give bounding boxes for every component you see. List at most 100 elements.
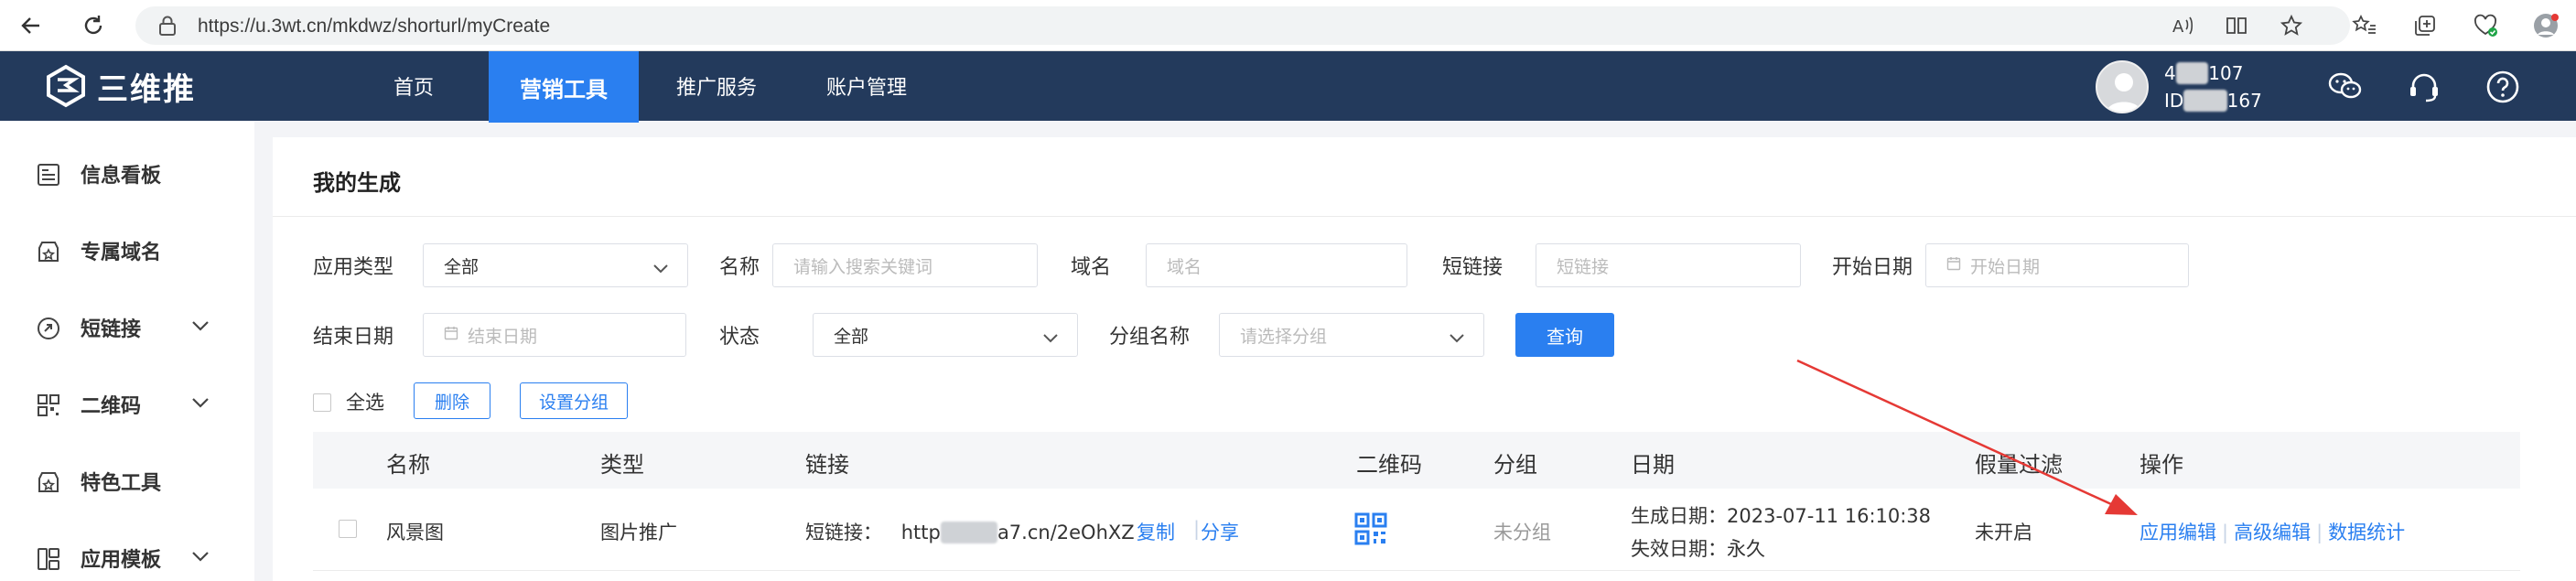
set-group-button[interactable]: 设置分组 [520,382,628,419]
content-card: 我的生成 应用类型 全部 名称 请输入搜索关键词 域名 域名 短链接 短链接 开… [273,137,2576,581]
help-icon[interactable] [2484,68,2522,106]
browser-toolbar: https://u.3wt.cn/mkdwz/shorturl/myCreate… [0,0,2576,51]
app-type-value: 全部 [444,256,480,277]
sidebar-item-dashboard[interactable]: 信息看板 [0,135,254,212]
sidebar-item-app-templates[interactable]: 应用模板 [0,520,254,581]
delete-button[interactable]: 删除 [414,382,490,419]
logo-icon [47,64,85,108]
wechat-icon[interactable] [2326,68,2365,106]
select-all-label[interactable]: 全选 [346,388,384,415]
row-type: 图片推广 [600,522,677,543]
reload-icon[interactable] [77,9,110,42]
sidebar-item-label: 短链接 [81,318,142,341]
sidebar-item-label: 信息看板 [81,165,162,188]
select-all-checkbox[interactable] [313,393,331,412]
calendar-icon [444,325,458,345]
customer-service-icon[interactable] [2405,68,2443,106]
row-checkbox[interactable] [339,520,357,538]
shortlink-placeholder: 短链接 [1557,256,1610,277]
special-tools-icon [35,468,62,496]
start-date-label: 开始日期 [1832,256,1913,279]
domain-label: 域名 [1071,256,1112,279]
short-link-redacted: xxxxx [940,522,997,543]
link-separator: | [1193,518,1201,540]
end-date-placeholder: 结束日期 [468,326,538,347]
favorite-star-icon[interactable] [2275,9,2308,42]
chevron-down-icon [1449,328,1465,349]
chevron-down-icon [1042,328,1059,349]
lock-icon[interactable] [157,15,178,40]
collections-icon[interactable] [2409,9,2441,42]
chevron-down-icon[interactable] [190,395,210,413]
group-select[interactable]: 请选择分组 [1219,313,1484,357]
status-value: 全部 [834,326,869,347]
short-link-prefix: 短链接： [805,522,882,543]
url-text[interactable]: https://u.3wt.cn/mkdwz/shorturl/myCreate [198,16,550,38]
dashboard-icon [35,161,62,188]
col-qrcode: 二维码 [1356,452,1422,478]
app-type-select[interactable]: 全部 [423,243,688,287]
qrcode-icon [35,392,62,419]
user-id-prefix: ID [2164,90,2184,112]
sidebar-item-label: 专属域名 [81,242,162,264]
reader-view-icon[interactable] [2220,9,2253,42]
copy-link[interactable]: 复制 [1137,518,1175,545]
sidebar-item-short-link[interactable]: 短链接 [0,289,254,366]
action-separator: | [2316,522,2323,543]
name-search-input[interactable]: 请输入搜索关键词 [772,243,1038,287]
user-avatar[interactable] [2096,60,2149,113]
template-icon [35,545,62,573]
top-navbar: 三维推 首页 营销工具 推广服务 账户管理 4xxx107 IDxxxx167 [0,51,2576,123]
action-separator: | [2222,522,2229,543]
short-link-head: http [900,522,941,543]
chevron-down-icon[interactable] [190,318,210,336]
data-stats-link[interactable]: 数据统计 [2328,522,2405,543]
share-link[interactable]: 分享 [1201,518,1239,545]
sidebar-item-custom-domain[interactable]: 专属域名 [0,212,254,289]
chevron-down-icon [652,259,669,279]
user-name-visible: 4 [2164,62,2176,84]
user-id-tail: 167 [2226,90,2262,112]
sidebar-item-special-tools[interactable]: 特色工具 [0,443,254,520]
page-title: 我的生成 [313,170,401,196]
col-link: 链接 [805,452,849,478]
domain-input[interactable]: 域名 [1146,243,1407,287]
user-id-redacted: xxxx [2183,90,2227,112]
table-row: 风景图 图片推广 短链接： httpxxxxxa7.cn/2eOhXZ 复制 |… [313,489,2520,571]
name-label: 名称 [719,256,760,279]
user-name[interactable]: 4xxx107 [2164,62,2243,84]
browser-essentials-icon[interactable] [2469,9,2502,42]
query-button[interactable]: 查询 [1515,313,1614,357]
row-expire-date: 失效日期：永久 [1631,538,1765,560]
start-date-picker[interactable]: 开始日期 [1925,243,2189,287]
sidebar-item-qrcode[interactable]: 二维码 [0,366,254,443]
user-name-redacted: xxx [2175,62,2209,84]
topnav-home[interactable]: 首页 [364,51,463,121]
sidebar-item-label: 特色工具 [81,472,162,495]
brand-logo[interactable]: 三维推 [44,62,196,110]
name-search-placeholder: 请输入搜索关键词 [793,256,933,277]
row-short-link: 短链接： httpxxxxxa7.cn/2eOhXZ [805,518,1135,545]
shortlink-input[interactable]: 短链接 [1536,243,1801,287]
read-aloud-icon[interactable]: A [2167,9,2200,42]
row-created-date: 生成日期：2023-07-11 16:10:38 [1631,505,1932,527]
app-edit-link[interactable]: 应用编辑 [2139,522,2216,543]
profile-avatar-icon[interactable] [2529,9,2562,42]
row-group: 未分组 [1493,522,1551,543]
topnav-promotion-services[interactable]: 推广服务 [663,51,771,121]
qrcode-icon[interactable] [1354,512,1387,550]
title-divider [273,216,2576,217]
row-fake-filter: 未开启 [1975,522,2032,543]
advanced-edit-link[interactable]: 高级编辑 [2234,522,2311,543]
favorites-list-icon[interactable] [2348,9,2381,42]
chevron-down-icon[interactable] [190,549,210,566]
group-placeholder: 请选择分组 [1240,326,1328,347]
group-name-label: 分组名称 [1109,326,1191,349]
status-select[interactable]: 全部 [813,313,1078,357]
start-date-placeholder: 开始日期 [1970,256,2041,277]
topnav-marketing-tools[interactable]: 营销工具 [489,51,639,123]
end-date-picker[interactable]: 结束日期 [423,313,686,357]
topnav-account-management[interactable]: 账户管理 [813,51,921,121]
back-icon[interactable] [15,9,48,42]
address-bar[interactable]: https://u.3wt.cn/mkdwz/shorturl/myCreate [135,6,2350,45]
